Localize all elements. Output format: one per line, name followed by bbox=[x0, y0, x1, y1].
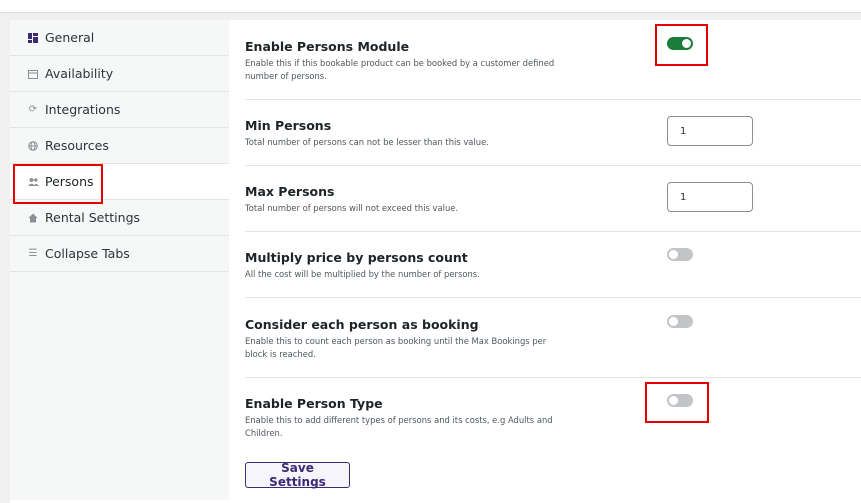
setting-title: Min Persons bbox=[245, 118, 332, 133]
setting-title: Multiply price by persons count bbox=[245, 250, 468, 265]
setting-desc: Enable this to count each person as book… bbox=[245, 336, 547, 359]
setting-desc: All the cost will be multiplied by the n… bbox=[245, 269, 480, 279]
persons-icon bbox=[26, 177, 40, 187]
setting-desc: Total number of persons will not exceed … bbox=[245, 203, 459, 213]
toggle-knob bbox=[669, 396, 678, 405]
settings-tabs: General Availability ⟳ Integrations Reso… bbox=[10, 20, 229, 500]
product-data-panel: General Availability ⟳ Integrations Reso… bbox=[10, 20, 861, 503]
tab-persons[interactable]: Persons bbox=[10, 164, 229, 200]
setting-min-persons: Min Persons Total number of persons can … bbox=[245, 100, 861, 166]
setting-max-persons: Max Persons Total number of persons will… bbox=[245, 166, 861, 232]
setting-title: Consider each person as booking bbox=[245, 317, 479, 332]
tab-integrations[interactable]: ⟳ Integrations bbox=[10, 92, 229, 128]
person-type-toggle[interactable] bbox=[667, 394, 693, 407]
setting-enable-persons: Enable Persons Module Enable this if thi… bbox=[245, 20, 861, 100]
setting-title: Enable Persons Module bbox=[245, 39, 410, 54]
tab-general[interactable]: General bbox=[10, 20, 229, 56]
setting-person-as-booking: Consider each person as booking Enable t… bbox=[245, 298, 861, 378]
tab-availability[interactable]: Availability bbox=[10, 56, 229, 92]
setting-desc: Enable this if this bookable product can… bbox=[245, 58, 555, 81]
save-settings-button[interactable]: Save Settings bbox=[245, 461, 350, 489]
enable-persons-toggle[interactable] bbox=[667, 37, 693, 50]
person-as-booking-toggle[interactable] bbox=[667, 315, 693, 328]
tab-label: Availability bbox=[45, 66, 114, 81]
tab-label: Integrations bbox=[45, 102, 121, 117]
calendar-icon bbox=[26, 69, 40, 79]
max-persons-input[interactable] bbox=[667, 182, 753, 212]
tab-collapse-tabs[interactable]: ☰ Collapse Tabs bbox=[10, 236, 229, 272]
persons-settings: Enable Persons Module Enable this if thi… bbox=[245, 20, 861, 503]
toggle-knob bbox=[669, 250, 678, 259]
setting-title: Enable Person Type bbox=[245, 396, 383, 411]
tab-rental-settings[interactable]: Rental Settings bbox=[10, 200, 229, 236]
tab-resources[interactable]: Resources bbox=[10, 128, 229, 164]
multiply-price-toggle[interactable] bbox=[667, 248, 693, 261]
top-bar bbox=[0, 0, 861, 13]
grid-icon bbox=[26, 32, 40, 43]
tab-label: General bbox=[45, 30, 95, 45]
tab-label: Collapse Tabs bbox=[45, 246, 130, 261]
tab-label: Resources bbox=[45, 138, 109, 153]
tab-label: Rental Settings bbox=[45, 210, 141, 225]
toggle-knob bbox=[682, 39, 691, 48]
setting-multiply-price: Multiply price by persons count All the … bbox=[245, 232, 861, 298]
toggle-knob bbox=[669, 317, 678, 326]
setting-desc: Total number of persons can not be lesse… bbox=[245, 137, 489, 147]
min-persons-input[interactable] bbox=[667, 116, 753, 146]
tab-label: Persons bbox=[45, 174, 94, 189]
globe-icon bbox=[26, 140, 40, 151]
setting-desc: Enable this to add different types of pe… bbox=[245, 415, 553, 438]
setting-person-type: Enable Person Type Enable this to add di… bbox=[245, 378, 861, 458]
list-icon: ☰ bbox=[28, 248, 38, 259]
setting-title: Max Persons bbox=[245, 184, 335, 199]
home-icon bbox=[26, 213, 40, 223]
sync-icon: ⟳ bbox=[28, 104, 38, 115]
